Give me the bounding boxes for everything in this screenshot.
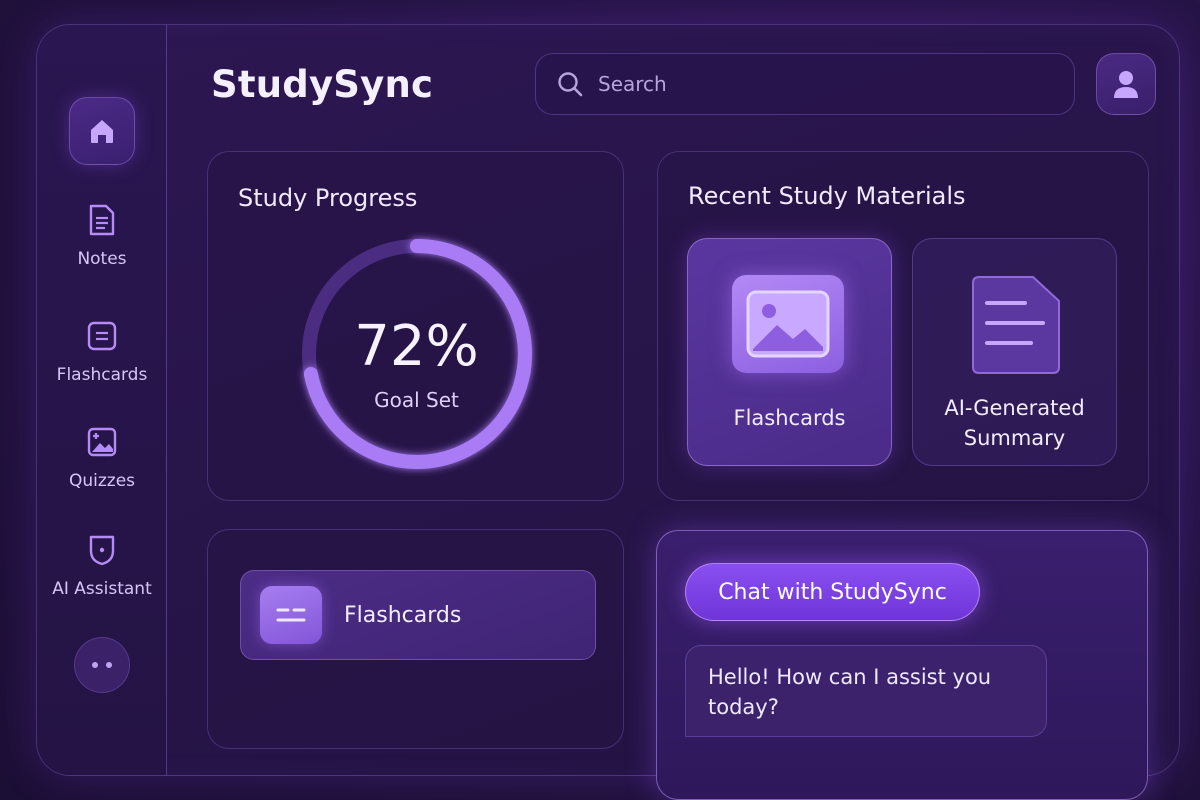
search-icon: [558, 72, 583, 97]
chat-message-bubble: Hello! How can I assist you today?: [685, 645, 1047, 737]
more-dots-icon: [106, 662, 112, 668]
sidebar-item-notes[interactable]: Notes: [37, 203, 167, 269]
recent-materials-panel: Recent Study Materials Flashcards AI-Gen…: [657, 151, 1149, 501]
sidebar-item-quizzes[interactable]: Quizzes: [37, 425, 167, 491]
document-icon: [969, 275, 1063, 379]
shield-icon: [89, 535, 115, 566]
study-progress-panel: Study Progress 72% Goal Set: [207, 151, 624, 501]
progress-value: 72%: [354, 314, 479, 379]
study-progress-title: Study Progress: [238, 184, 418, 212]
app-title: StudySync: [211, 63, 434, 106]
flashcards-item-label: Flashcards: [344, 602, 462, 628]
sidebar-item-label: Flashcards: [56, 365, 148, 385]
chat-with-studysync-button[interactable]: Chat with StudySync: [685, 563, 980, 621]
material-card-label: Flashcards: [733, 406, 846, 430]
flashcards-item[interactable]: Flashcards: [240, 570, 596, 660]
user-avatar-button[interactable]: [1096, 53, 1156, 115]
sidebar: Notes Flashcards Quizzes AI Assistant: [37, 25, 167, 775]
sidebar-item-flashcards[interactable]: Flashcards: [37, 319, 167, 385]
progress-caption: Goal Set: [374, 388, 459, 412]
chat-panel: Chat with StudySync Hello! How can I ass…: [656, 530, 1148, 800]
image-icon: [87, 427, 117, 457]
material-card-ai-summary[interactable]: AI-Generated Summary: [912, 238, 1117, 466]
document-icon: [89, 204, 115, 236]
card-icon: [87, 321, 117, 351]
card-icon: [260, 586, 322, 644]
sidebar-item-ai-assistant[interactable]: AI Assistant: [37, 533, 167, 599]
search-bar[interactable]: [535, 53, 1075, 115]
sidebar-item-label: Notes: [77, 249, 127, 269]
sidebar-item-label: AI Assistant: [52, 579, 152, 599]
more-dots-icon: [92, 662, 98, 668]
recent-materials-title: Recent Study Materials: [688, 182, 966, 210]
sidebar-item-label: Quizzes: [68, 471, 136, 491]
search-input[interactable]: [598, 72, 1074, 96]
image-icon: [732, 275, 844, 373]
sidebar-more-button[interactable]: [74, 637, 130, 693]
material-card-flashcards[interactable]: Flashcards: [687, 238, 892, 466]
user-icon: [1114, 71, 1138, 98]
flashcards-panel: Flashcards: [207, 529, 624, 749]
sidebar-home-button[interactable]: [69, 97, 135, 165]
material-card-label: AI-Generated Summary: [944, 396, 1085, 450]
home-icon: [91, 120, 113, 143]
